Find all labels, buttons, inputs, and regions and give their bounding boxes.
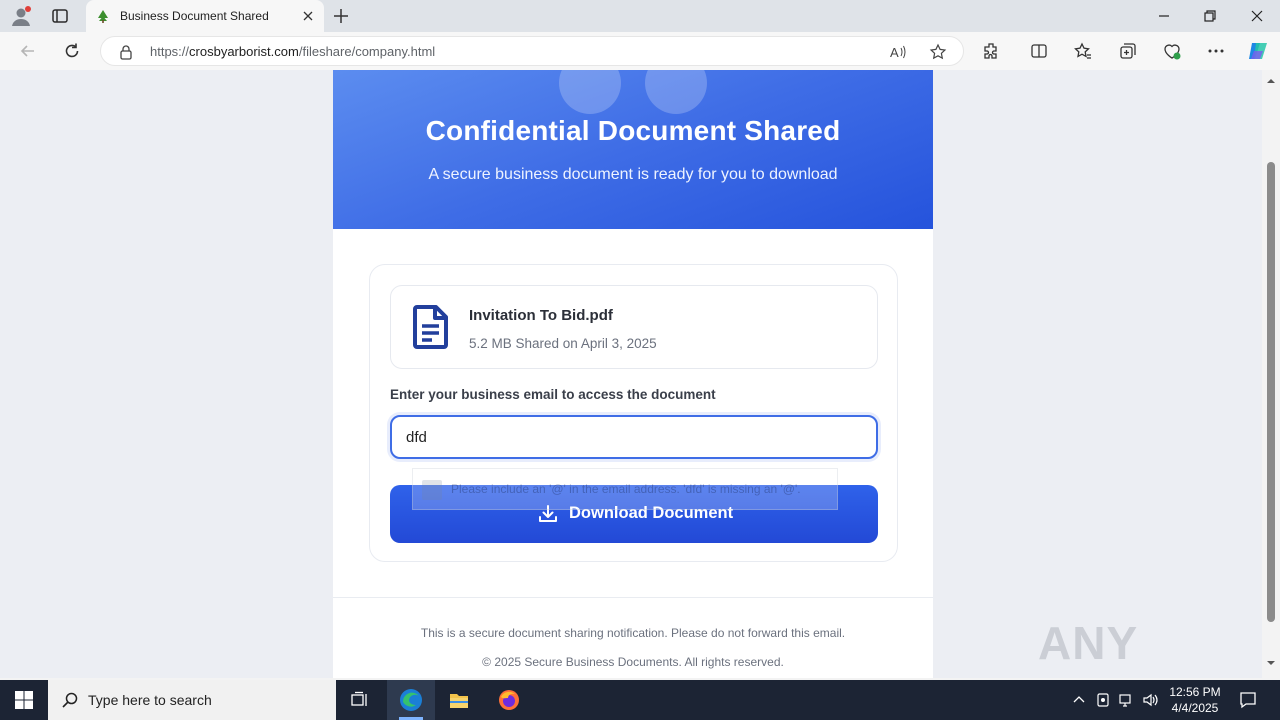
- svg-text:A: A: [890, 45, 899, 60]
- clock-time: 12:56 PM: [1169, 685, 1221, 699]
- validation-message: Please include an '@' in the email addre…: [451, 482, 801, 496]
- new-tab-icon[interactable]: [332, 7, 350, 25]
- warning-icon: [422, 480, 442, 500]
- page-viewport: Confidential Document Shared A secure bu…: [0, 70, 1262, 678]
- taskbar-firefox[interactable]: [485, 680, 533, 720]
- footer-copyright: © 2025 Secure Business Documents. All ri…: [482, 655, 784, 669]
- vertical-scrollbar[interactable]: [1262, 70, 1280, 678]
- collections-icon[interactable]: [1118, 41, 1138, 61]
- validation-tooltip: Please include an '@' in the email addre…: [412, 468, 838, 510]
- footer-divider: [333, 597, 933, 598]
- more-options-icon[interactable]: [1206, 41, 1226, 61]
- volume-icon[interactable]: [1142, 691, 1160, 709]
- email-field[interactable]: [390, 415, 878, 459]
- browser-titlebar: Business Document Shared: [0, 0, 1280, 32]
- file-info-box: Invitation To Bid.pdf 5.2 MB Shared on A…: [390, 285, 878, 369]
- back-icon[interactable]: [18, 41, 38, 61]
- close-window-icon[interactable]: [1247, 6, 1267, 26]
- tree-favicon-icon: [98, 10, 108, 23]
- extensions-icon[interactable]: [981, 41, 1001, 61]
- tab-title: Business Document Shared: [120, 9, 269, 23]
- share-card: Confidential Document Shared A secure bu…: [333, 70, 933, 678]
- firefox-icon: [499, 690, 519, 710]
- favorite-star-icon[interactable]: [929, 43, 947, 61]
- task-view-button[interactable]: [336, 680, 384, 720]
- active-tab[interactable]: Business Document Shared: [86, 0, 324, 32]
- email-label: Enter your business email to access the …: [390, 387, 716, 402]
- file-name: Invitation To Bid.pdf: [469, 307, 613, 324]
- url-text[interactable]: https://crosbyarborist.com/fileshare/com…: [150, 44, 435, 59]
- notification-icon[interactable]: [1238, 690, 1258, 710]
- edge-icon: [400, 689, 422, 711]
- scroll-up-icon[interactable]: [1266, 76, 1276, 86]
- refresh-icon[interactable]: [62, 41, 82, 61]
- taskbar-search[interactable]: Type here to search: [48, 680, 336, 720]
- file-document-icon: [413, 305, 448, 349]
- address-bar[interactable]: https://crosbyarborist.com/fileshare/com…: [100, 36, 964, 66]
- windows-start-icon[interactable]: [14, 690, 34, 710]
- restore-icon[interactable]: [1200, 6, 1220, 26]
- windows-taskbar: Type here to search 12:56 PM 4/4/2025: [0, 680, 1280, 720]
- building-icon: [645, 70, 707, 114]
- download-panel: Invitation To Bid.pdf 5.2 MB Shared on A…: [369, 264, 898, 562]
- page-subtitle: A secure business document is ready for …: [428, 166, 838, 183]
- document-icon: [559, 70, 621, 114]
- browser-essentials-icon[interactable]: [1162, 41, 1182, 61]
- close-tab-icon[interactable]: [300, 8, 316, 24]
- device-icon[interactable]: [1094, 691, 1112, 709]
- search-icon: [62, 692, 78, 708]
- tab-actions-icon[interactable]: [50, 6, 70, 26]
- split-screen-icon[interactable]: [1029, 41, 1049, 61]
- browser-toolbar: https://crosbyarborist.com/fileshare/com…: [0, 32, 1280, 70]
- taskbar-edge[interactable]: [387, 680, 435, 720]
- page-title: Confidential Document Shared: [425, 115, 841, 146]
- anyrun-watermark: ANY RUN: [1038, 610, 1238, 720]
- profile-avatar-icon[interactable]: [10, 5, 32, 27]
- folder-icon: [450, 694, 468, 708]
- network-icon[interactable]: [1118, 691, 1136, 709]
- footer-notice: This is a secure document sharing notifi…: [420, 626, 846, 640]
- hero-banner: Confidential Document Shared A secure bu…: [333, 70, 933, 229]
- task-view-icon: [351, 691, 367, 706]
- system-clock[interactable]: 12:56 PM 4/4/2025: [1160, 684, 1230, 716]
- lock-icon[interactable]: [119, 44, 133, 60]
- favorites-icon[interactable]: [1073, 41, 1093, 61]
- search-placeholder: Type here to search: [88, 692, 212, 708]
- minimize-icon[interactable]: [1154, 6, 1174, 26]
- file-meta: 5.2 MB Shared on April 3, 2025: [469, 336, 657, 351]
- read-aloud-icon[interactable]: A: [889, 43, 907, 61]
- chevron-up-icon[interactable]: [1070, 691, 1088, 709]
- copilot-icon[interactable]: [1246, 39, 1270, 63]
- taskbar-file-explorer[interactable]: [435, 680, 483, 720]
- clock-date: 4/4/2025: [1171, 701, 1219, 715]
- scroll-thumb[interactable]: [1267, 162, 1275, 622]
- scroll-down-icon[interactable]: [1266, 658, 1276, 668]
